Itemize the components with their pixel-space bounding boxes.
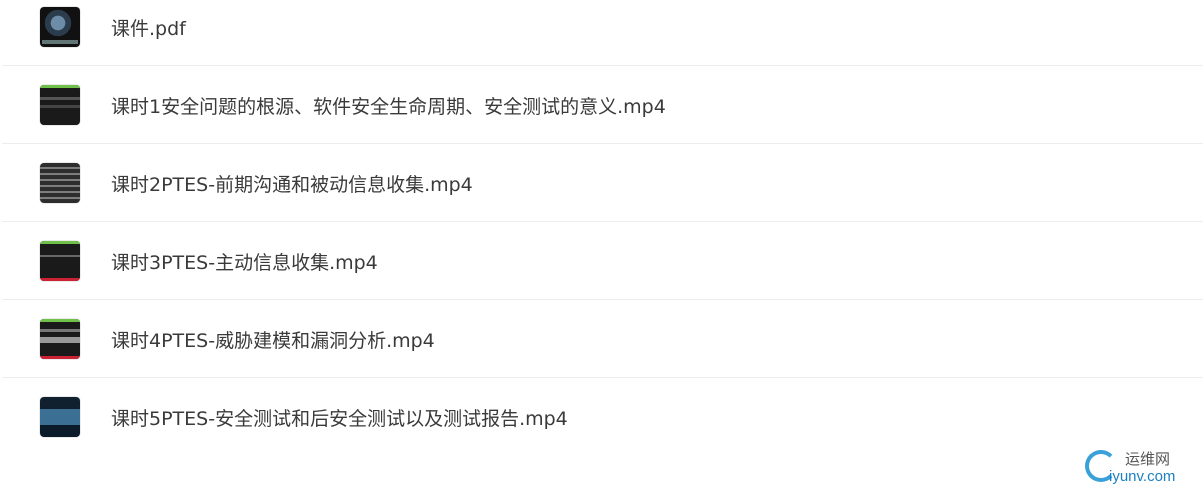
- file-row-lesson-5[interactable]: 课时5PTES-安全测试和后安全测试以及测试报告.mp4: [0, 378, 1203, 456]
- file-name: 课时3PTES-主动信息收集.mp4: [111, 251, 378, 274]
- watermark-title: 运维网: [1125, 450, 1171, 468]
- video-thumbnail-icon: [40, 163, 80, 203]
- pdf-thumbnail-icon: [40, 7, 80, 47]
- file-row-lesson-1[interactable]: 课时1安全问题的根源、软件安全生命周期、安全测试的意义.mp4: [0, 66, 1203, 144]
- file-row-lesson-3[interactable]: 课时3PTES-主动信息收集.mp4: [0, 222, 1203, 300]
- file-name: 课时5PTES-安全测试和后安全测试以及测试报告.mp4: [111, 407, 568, 430]
- video-thumbnail-icon: [40, 397, 80, 437]
- file-name: 课时1安全问题的根源、软件安全生命周期、安全测试的意义.mp4: [111, 95, 666, 118]
- video-thumbnail-icon: [40, 85, 80, 125]
- file-name: 课时2PTES-前期沟通和被动信息收集.mp4: [111, 173, 473, 196]
- video-thumbnail-icon: [40, 241, 80, 281]
- file-row-lesson-4[interactable]: 课时4PTES-威胁建模和漏洞分析.mp4: [0, 300, 1203, 378]
- file-name: 课时4PTES-威胁建模和漏洞分析.mp4: [111, 329, 435, 352]
- file-name: 课件.pdf: [111, 17, 186, 40]
- file-row-courseware-pdf[interactable]: 课件.pdf: [0, 0, 1203, 66]
- watermark-logo: 运维网 iyunv.com: [1085, 446, 1195, 490]
- video-thumbnail-icon: [40, 319, 80, 359]
- watermark-url: iyunv.com: [1109, 468, 1176, 485]
- file-row-lesson-2[interactable]: 课时2PTES-前期沟通和被动信息收集.mp4: [0, 144, 1203, 222]
